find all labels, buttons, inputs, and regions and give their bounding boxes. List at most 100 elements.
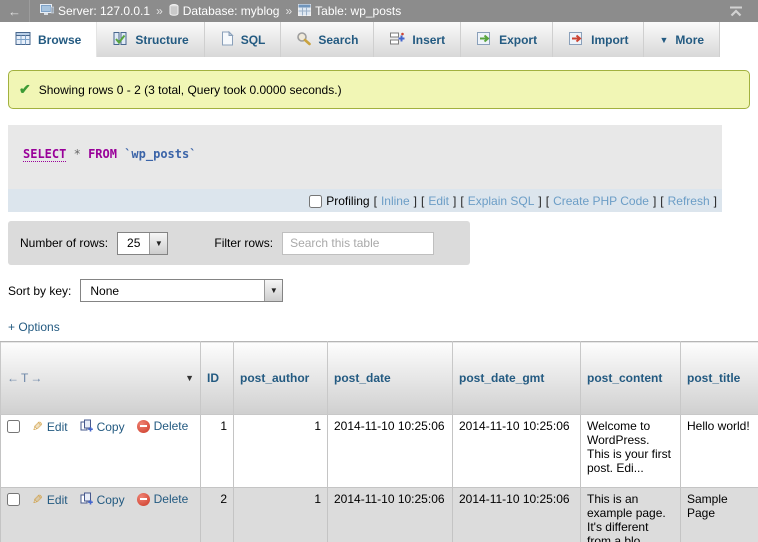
dropdown-arrow-icon: ▼ xyxy=(149,233,167,254)
tab-browse[interactable]: Browse xyxy=(0,22,97,57)
cell-id: 2 xyxy=(201,488,234,542)
bracket: ] xyxy=(653,194,656,208)
bracket: [ xyxy=(460,194,463,208)
bracket: [ xyxy=(421,194,424,208)
column-header-post-author[interactable]: post_author xyxy=(234,342,328,415)
tab-label: More xyxy=(675,33,704,47)
refresh-link[interactable]: Refresh xyxy=(668,194,710,208)
bracket: ] xyxy=(414,194,417,208)
tab-bar: Browse Structure SQL Search Insert Expor… xyxy=(0,22,758,57)
sql-query-box: SELECT * FROM `wp_posts` xyxy=(8,125,722,189)
database-crumb[interactable]: Database: myblog xyxy=(169,4,280,19)
tab-sql[interactable]: SQL xyxy=(205,22,282,57)
success-check-icon: ✔ xyxy=(19,81,31,98)
bracket: ] xyxy=(453,194,456,208)
sort-label: Sort by key: xyxy=(8,284,71,298)
tab-import[interactable]: Import xyxy=(553,22,644,57)
bracket: [ xyxy=(374,194,377,208)
sort-select-value: None xyxy=(81,280,264,301)
cell-post-title: Sample Page xyxy=(681,488,758,542)
delete-row-link[interactable]: Delete xyxy=(137,492,189,506)
tab-search[interactable]: Search xyxy=(281,22,374,57)
sql-table-ref: `wp_posts` xyxy=(124,147,196,161)
database-icon xyxy=(169,4,179,19)
server-label: Server: 127.0.0.1 xyxy=(58,4,150,18)
profiling-checkbox[interactable] xyxy=(309,195,322,208)
breadcrumb-bar: ← Server: 127.0.0.1 » Database: myblog »… xyxy=(0,0,758,22)
filter-rows-input[interactable] xyxy=(282,232,434,255)
cell-post-author: 1 xyxy=(234,415,328,488)
column-header-post-date[interactable]: post_date xyxy=(328,342,453,415)
header-row: ←T→ ▼ ID post_author post_date post_date… xyxy=(1,342,758,415)
edit-label: Edit xyxy=(47,420,68,434)
cell-post-content: Welcome to WordPress. This is your first… xyxy=(581,415,681,488)
copy-row-link[interactable]: Copy xyxy=(80,419,125,435)
cell-post-date-gmt: 2014-11-10 10:25:06 xyxy=(453,488,581,542)
success-message: ✔ Showing rows 0 - 2 (3 total, Query too… xyxy=(8,70,750,109)
options-toggle-link[interactable]: + Options xyxy=(8,320,60,334)
breadcrumb-separator: » xyxy=(156,4,163,18)
copy-label: Copy xyxy=(97,420,125,434)
column-marker-icon[interactable]: ←T→ xyxy=(7,371,44,385)
action-column-header[interactable]: ←T→ ▼ xyxy=(1,342,201,415)
sql-star: * xyxy=(74,147,81,161)
cell-post-date: 2014-11-10 10:25:06 xyxy=(328,488,453,542)
profiling-label: Profiling xyxy=(309,194,369,208)
pencil-icon: ✎ xyxy=(32,492,43,508)
explain-sql-link[interactable]: Explain SQL xyxy=(468,194,535,208)
tab-insert[interactable]: Insert xyxy=(374,22,461,57)
table-label: Table: wp_posts xyxy=(315,4,401,18)
delete-label: Delete xyxy=(154,419,189,433)
bracket: ] xyxy=(538,194,541,208)
column-header-post-content[interactable]: post_content xyxy=(581,342,681,415)
edit-query-link[interactable]: Edit xyxy=(428,194,449,208)
edit-row-link[interactable]: ✎ Edit xyxy=(32,419,68,435)
tab-structure[interactable]: Structure xyxy=(97,22,204,57)
back-button[interactable]: ← xyxy=(0,0,30,22)
column-header-id[interactable]: ID xyxy=(201,342,234,415)
sort-options-arrow-icon[interactable]: ▼ xyxy=(185,373,194,383)
copy-icon xyxy=(80,492,93,508)
row-checkbox[interactable] xyxy=(7,493,20,506)
filter-label: Filter rows: xyxy=(214,236,273,250)
sql-keyword-select[interactable]: SELECT xyxy=(23,147,66,162)
profiling-text: Profiling xyxy=(326,194,369,208)
tab-label: Insert xyxy=(412,33,445,47)
tab-label: Export xyxy=(499,33,537,47)
sort-row: Sort by key: None ▼ xyxy=(8,279,758,302)
create-php-code-link[interactable]: Create PHP Code xyxy=(553,194,649,208)
inline-link[interactable]: Inline xyxy=(381,194,410,208)
tab-label: Import xyxy=(591,33,628,47)
server-icon xyxy=(40,4,54,19)
collapse-console-icon[interactable] xyxy=(728,5,744,18)
table-row: ✎ Edit Copy Delete 1 1 2014-11-10 10:25:… xyxy=(1,415,758,488)
tab-more[interactable]: ▼ More xyxy=(644,22,720,57)
edit-label: Edit xyxy=(47,493,68,507)
copy-row-link[interactable]: Copy xyxy=(80,492,125,508)
table-row: ✎ Edit Copy Delete 2 1 2014-11-10 10:25:… xyxy=(1,488,758,542)
breadcrumb-separator: » xyxy=(285,4,292,18)
server-crumb[interactable]: Server: 127.0.0.1 xyxy=(40,4,150,19)
column-header-post-date-gmt[interactable]: post_date_gmt xyxy=(453,342,581,415)
bracket: [ xyxy=(546,194,549,208)
structure-icon xyxy=(112,31,128,49)
chevron-down-icon: ▼ xyxy=(659,35,668,45)
sql-icon xyxy=(220,31,234,49)
copy-icon xyxy=(80,419,93,435)
table-crumb[interactable]: Table: wp_posts xyxy=(298,4,401,19)
column-header-post-title[interactable]: post_title xyxy=(681,342,758,415)
delete-icon xyxy=(137,493,150,506)
tab-export[interactable]: Export xyxy=(461,22,553,57)
edit-row-link[interactable]: ✎ Edit xyxy=(32,492,68,508)
delete-label: Delete xyxy=(154,492,189,506)
pencil-icon: ✎ xyxy=(32,419,43,435)
sql-query-links: Profiling [ Inline ] [ Edit ] [ Explain … xyxy=(8,189,722,212)
rows-control-bar: Number of rows: 25 ▼ Filter rows: xyxy=(8,221,470,265)
tab-label: Search xyxy=(318,33,358,47)
bracket: [ xyxy=(660,194,663,208)
database-label: Database: myblog xyxy=(183,4,280,18)
sort-by-key-select[interactable]: None ▼ xyxy=(80,279,283,302)
delete-row-link[interactable]: Delete xyxy=(137,419,189,433)
number-of-rows-select[interactable]: 25 ▼ xyxy=(117,232,168,255)
row-checkbox[interactable] xyxy=(7,420,20,433)
